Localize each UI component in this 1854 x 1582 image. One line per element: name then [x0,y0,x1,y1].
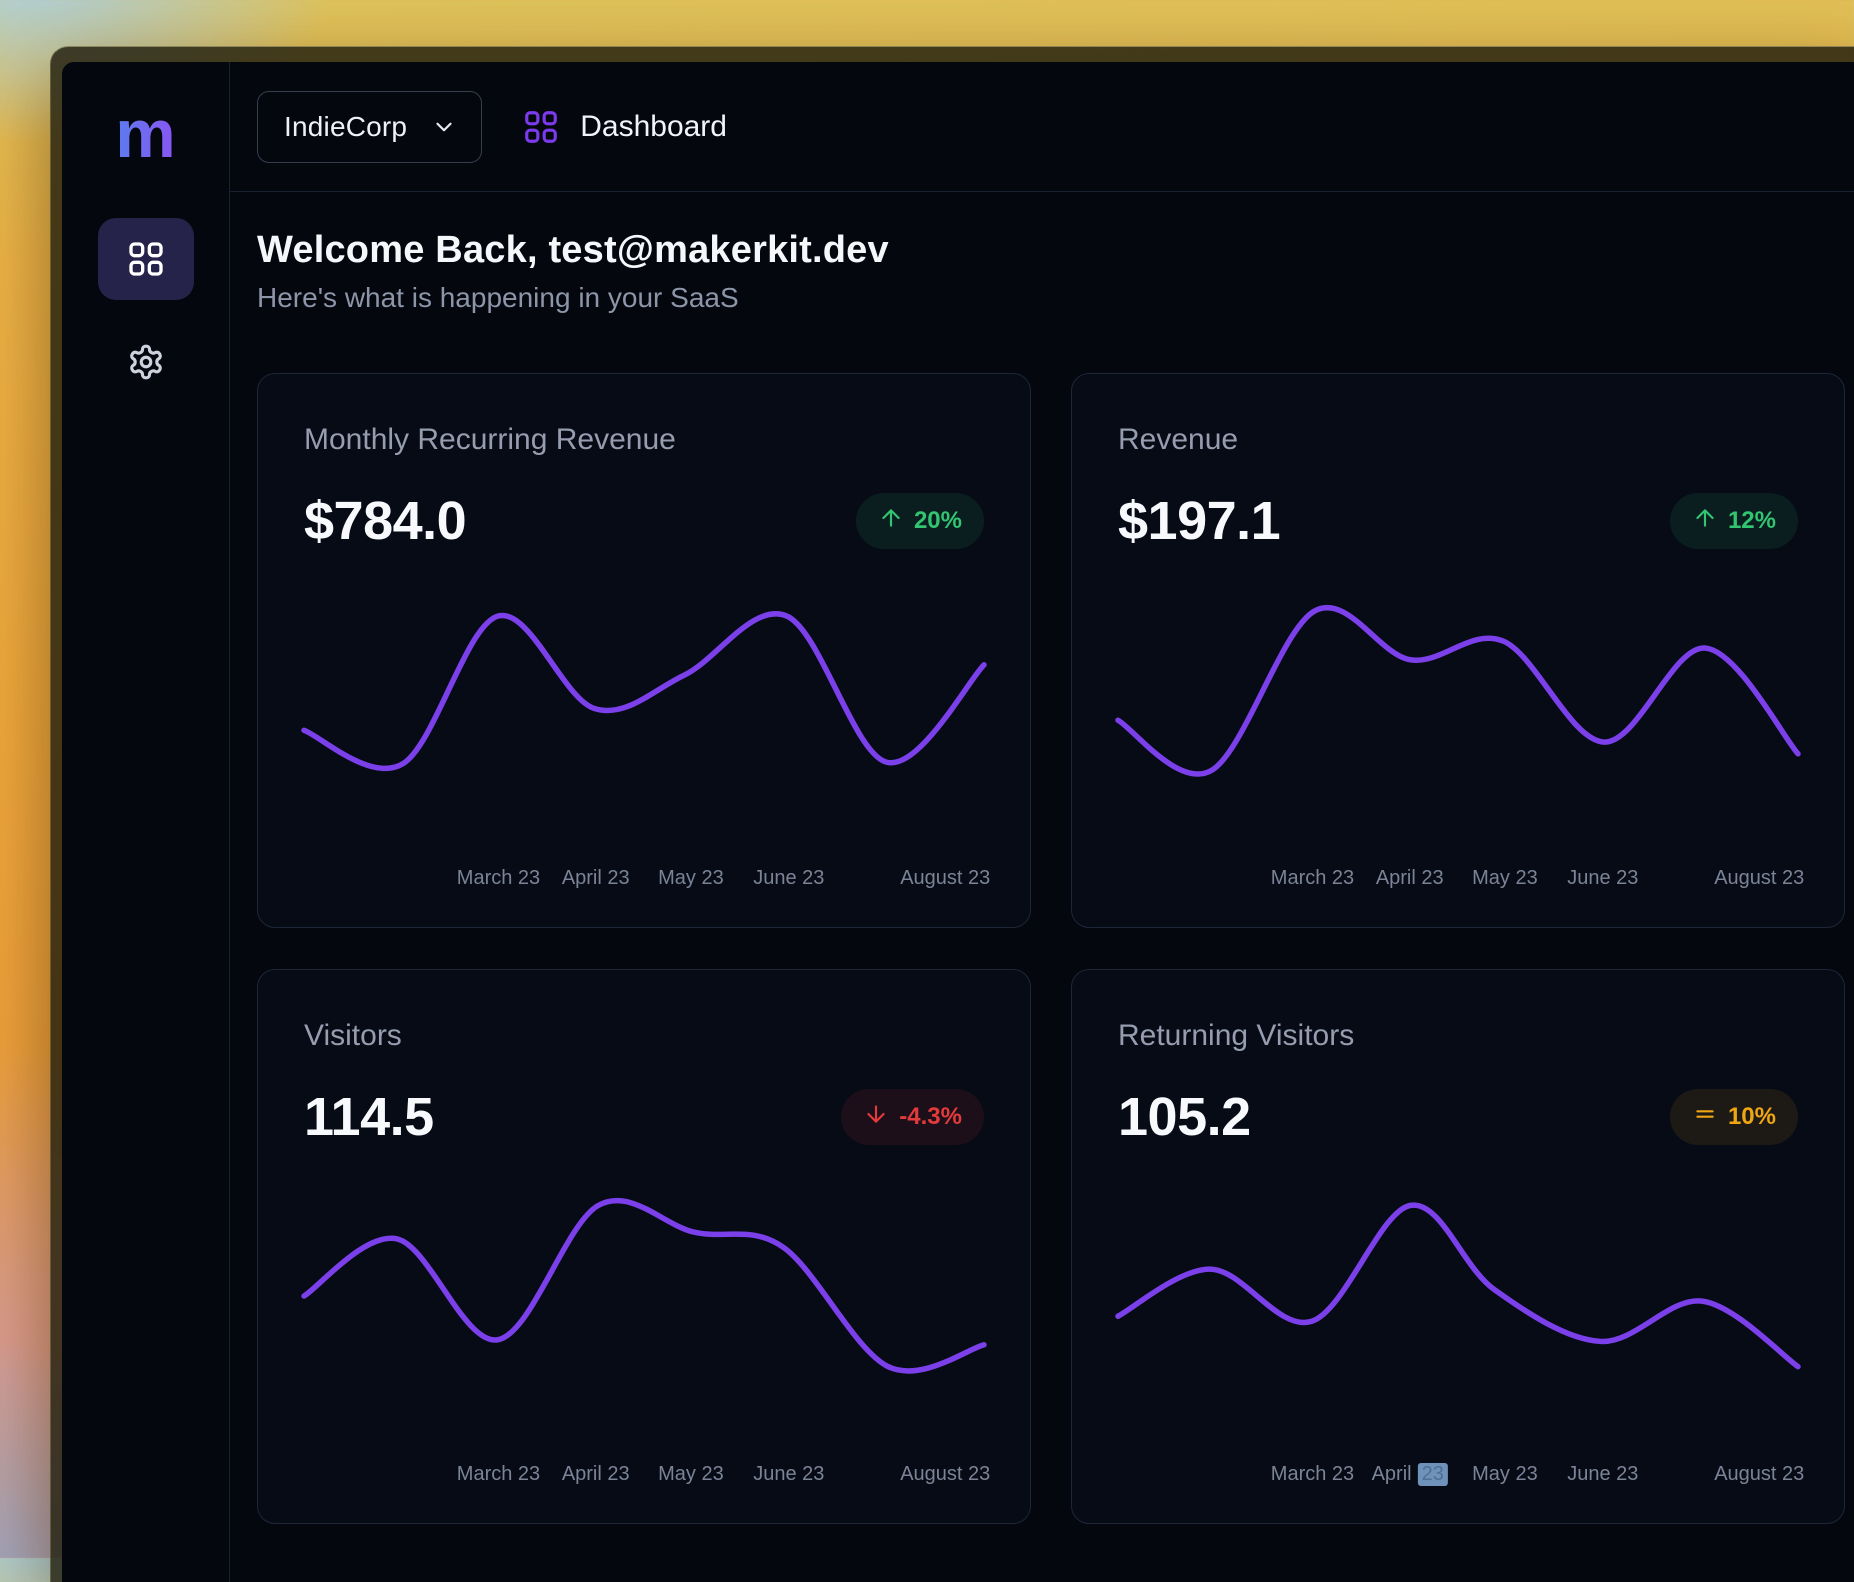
value-row: 114.5 -4.3% [304,1088,984,1146]
dashboard-grid-icon [522,108,560,146]
card-value: 105.2 [1118,1088,1251,1146]
trend-up-icon [1692,505,1718,531]
page-title: Dashboard [580,110,727,144]
card-title: Revenue [1118,422,1798,458]
card-monthly-recurring-revenue: Monthly Recurring Revenue $784.0 20% Mar… [257,373,1031,928]
axis-label: March 23 [1271,867,1354,890]
card-value: 114.5 [304,1088,434,1146]
x-axis: March 23April 23May 23June 23August 23 [304,1463,984,1489]
value-row: $784.0 20% [304,492,984,550]
trend-badge: -4.3% [841,1089,984,1145]
axis-label: May 23 [1472,867,1538,890]
trend-down-icon [863,1101,889,1127]
chart-line [1118,608,1798,774]
trend-badge: 10% [1670,1089,1798,1145]
chart-line [304,614,984,769]
card-revenue: Revenue $197.1 12% March 23 April 23 May 2… [1071,373,1845,928]
welcome-subtitle: Here's what is happening in your SaaS [257,281,1845,315]
line-chart [304,1202,984,1370]
axis-label: March 23 [457,1463,540,1486]
x-axis: March 23April 23May 23June 23August 23 [1118,867,1798,893]
axis-label: May 23 [658,1463,724,1486]
axis-label: April23 [1372,1463,1448,1486]
content-column: IndieCorp Dashboard Welcome Back, test@m… [230,62,1854,1582]
chevron-down-icon [431,114,457,140]
axis-label: June 23 [1567,867,1638,890]
card-visitors: Visitors 114.5 -4.3% March 23 April 23 May… [257,969,1031,1524]
line-chart [304,606,984,774]
metric-cards-grid: Monthly Recurring Revenue $784.0 20% Mar… [257,373,1845,1524]
window-content: m IndieCorp [62,62,1854,1582]
x-axis: March 23April 23May 23June 23August 23 [304,867,984,893]
axis-label: June 23 [753,1463,824,1486]
axis-label: August 23 [1714,1463,1804,1486]
line-chart [1118,606,1798,774]
axis-highlight-box: 23 [1418,1463,1448,1486]
card-value: $197.1 [1118,492,1280,550]
card-value: $784.0 [304,492,466,550]
value-row: 105.2 10% [1118,1088,1798,1146]
welcome-title: Welcome Back, test@makerkit.dev [257,228,1845,272]
axis-label: June 23 [753,867,824,890]
workspace-name: IndieCorp [284,111,407,143]
axis-label: August 23 [900,867,990,890]
x-axis: March 23April23May 23June 23August 23 [1118,1463,1798,1489]
axis-label: May 23 [658,867,724,890]
trend-flat-icon [1692,1101,1718,1127]
page-heading: Dashboard [522,108,727,146]
axis-label: April 23 [562,867,630,890]
card-returning-visitors: Returning Visitors 105.2 10% March 23 Apr… [1071,969,1845,1524]
axis-label: June 23 [1567,1463,1638,1486]
axis-label: April 23 [1376,867,1444,890]
trend-badge: 20% [856,493,984,549]
card-title: Monthly Recurring Revenue [304,422,984,458]
layout-grid-icon [126,239,166,279]
trend-up-icon [878,505,904,531]
axis-label: August 23 [900,1463,990,1486]
line-chart [1118,1202,1798,1370]
axis-label: April 23 [562,1463,630,1486]
sidebar-item-dashboard[interactable] [98,218,194,300]
sidebar: m [62,62,230,1582]
value-row: $197.1 12% [1118,492,1798,550]
card-title: Returning Visitors [1118,1018,1798,1054]
axis-label: August 23 [1714,867,1804,890]
chart-line [304,1201,984,1371]
header: IndieCorp Dashboard [230,62,1854,192]
axis-label: May 23 [1472,1463,1538,1486]
gear-icon [127,343,165,381]
main-area: Welcome Back, test@makerkit.dev Here's w… [230,192,1854,1582]
card-title: Visitors [304,1018,984,1054]
trend-badge: 12% [1670,493,1798,549]
brand-logo: m [115,102,175,166]
axis-label: March 23 [1271,1463,1354,1486]
sidebar-item-settings[interactable] [98,332,194,392]
chart-line [1118,1205,1798,1367]
axis-label: March 23 [457,867,540,890]
workspace-selector-button[interactable]: IndieCorp [257,91,482,163]
app-window: m IndieCorp [50,46,1854,1582]
